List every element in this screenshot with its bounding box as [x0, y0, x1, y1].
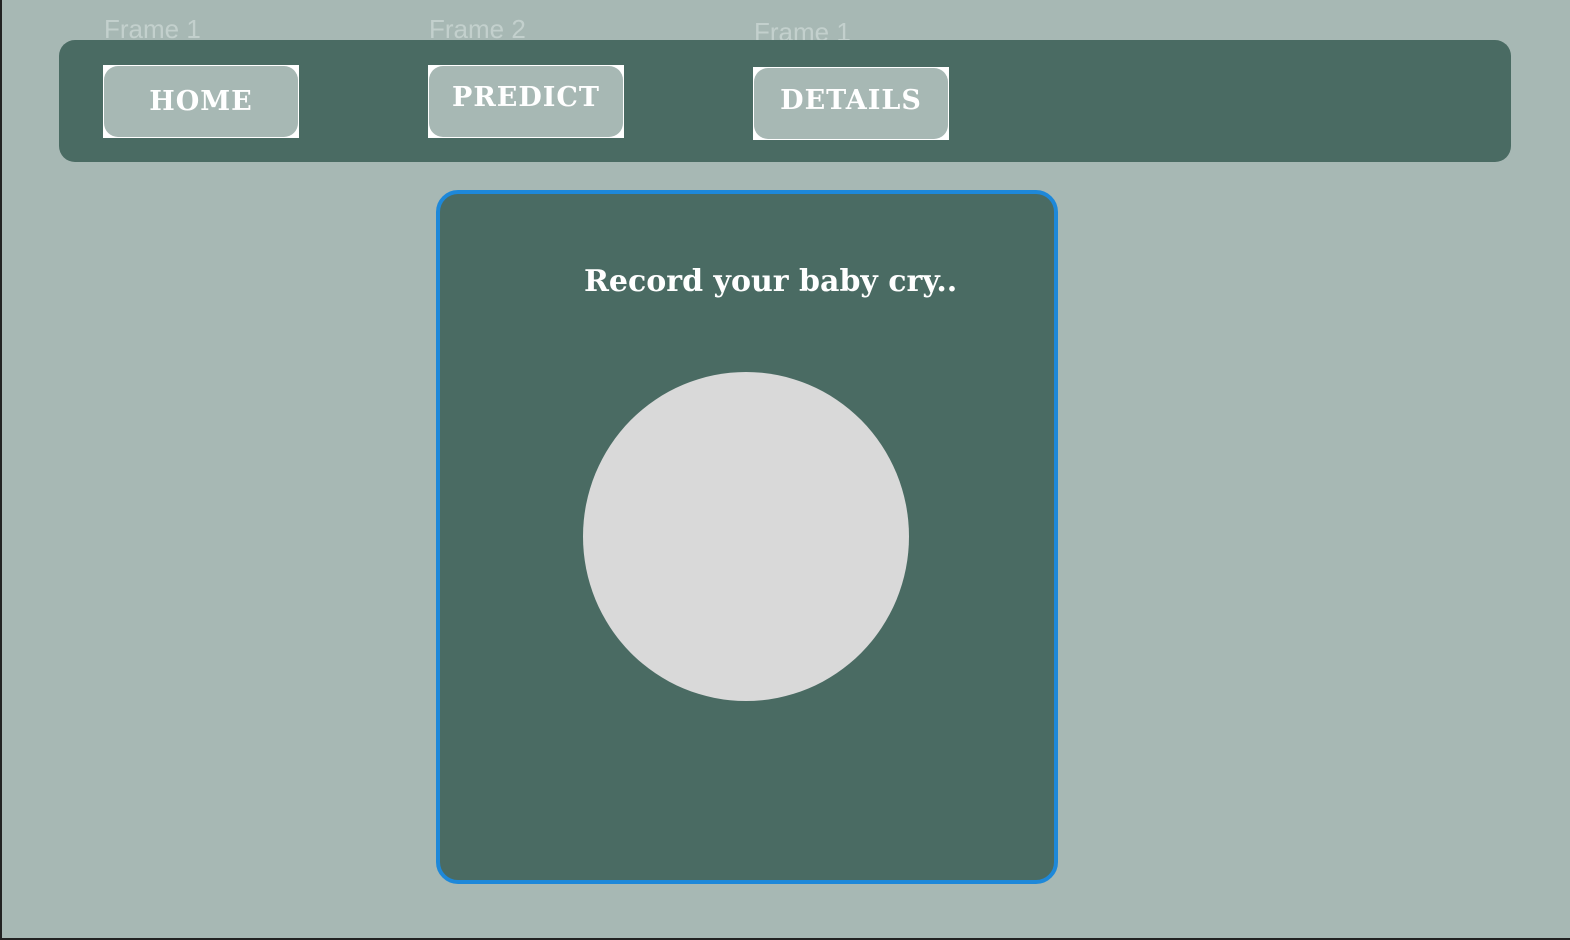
predict-button-label: PREDICT	[429, 66, 623, 137]
details-button-label: DETAILS	[754, 68, 948, 139]
home-button[interactable]: HOME	[103, 65, 299, 138]
frame-label-home: Frame 1	[104, 14, 201, 44]
canvas-left-border	[0, 0, 2, 940]
frame-label-predict: Frame 2	[429, 14, 526, 44]
details-button[interactable]: DETAILS	[753, 67, 949, 140]
record-card-title: Record your baby cry..	[584, 264, 958, 299]
record-button-circle[interactable]	[583, 372, 909, 701]
predict-button[interactable]: PREDICT	[428, 65, 624, 138]
home-button-label: HOME	[104, 66, 298, 137]
